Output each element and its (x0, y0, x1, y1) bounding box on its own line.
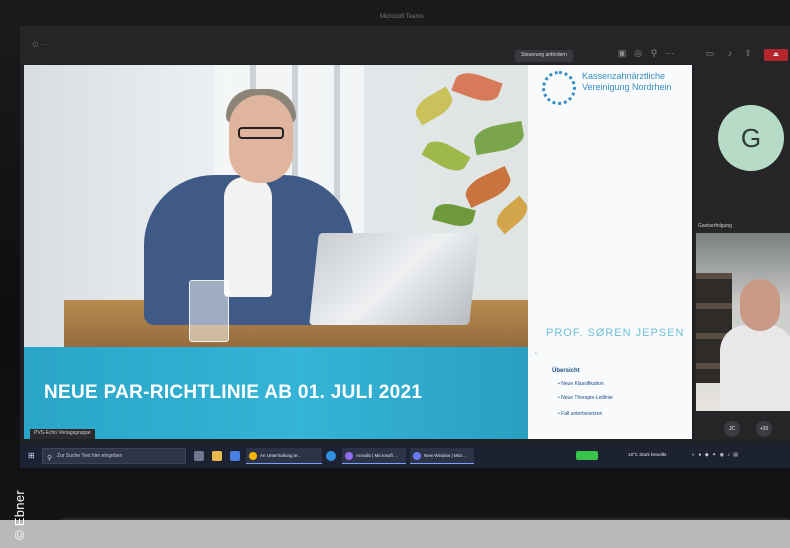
participant-avatar[interactable]: G (718, 105, 784, 171)
taskbar-app-label: New Window | Micr... (424, 453, 466, 458)
overview-item: Neue Klassifikation (558, 381, 604, 387)
overview-heading: Übersicht (552, 368, 580, 374)
system-tray-icons[interactable]: ◐ ● ◆ ✦ ◉ ♪ ▤ (692, 452, 739, 458)
people-icon[interactable]: ⚲ (648, 48, 660, 60)
speaker-video (24, 65, 528, 347)
search-icon: ⚲ (47, 455, 53, 462)
participant-body (720, 325, 790, 411)
share-icon[interactable]: ▣ (616, 48, 628, 60)
banner-title: NEUE PAR-RICHTLINIE AB 01. JULI 2021 (44, 382, 423, 403)
overview-item: Neue Therapie-Leitlinie (558, 395, 613, 401)
store-icon[interactable] (230, 451, 240, 461)
meeting-toolbar: ⊙ ··· Steuerung anfordern ▣ ◎ ⚲ ⋯ ▭ ♪ ⇧ … (20, 26, 790, 64)
laptop (309, 233, 479, 325)
chat-icon[interactable]: ◎ (632, 48, 644, 60)
speaker-face (229, 95, 293, 183)
window-title: Microsoft Teams (380, 14, 424, 20)
slide-panel: Kassenzahnärztliche Vereinigung Nordrhei… (528, 65, 692, 439)
presenter-name: PROF. SØREN JEPSEN (546, 327, 685, 339)
speaker-glasses (238, 127, 284, 139)
participant-control[interactable]: +20 (756, 421, 772, 437)
copyright-watermark: © Ebner (12, 490, 27, 540)
taskbar-app[interactable]: New Window | Micr... (410, 448, 474, 464)
taskbar-app[interactable]: Annullo | Microsoft ... (342, 448, 406, 464)
take-control-button[interactable]: Steuerung anfordern (515, 50, 573, 62)
screen-share-icon[interactable]: ⇧ (742, 48, 754, 60)
small-logo-icon: ◔ (534, 351, 538, 357)
edge-icon[interactable] (326, 451, 336, 461)
task-view-icon[interactable] (194, 451, 204, 461)
meeting-timer-icon: ⊙ ··· (32, 40, 49, 49)
title-bar: Microsoft Teams (20, 12, 790, 26)
taskbar-app-label: Annullo | Microsoft ... (356, 453, 398, 458)
photo: Microsoft Teams ⊙ ··· Steuerung anforder… (0, 0, 790, 548)
leave-button[interactable]: ⏏ (764, 49, 788, 61)
explorer-icon[interactable] (212, 451, 222, 461)
participant-control[interactable]: JC (724, 421, 740, 437)
search-placeholder: Zur Suche Text hier eingeben (57, 453, 123, 459)
participant-panel: G Gastverfolgung JC +20 (694, 65, 790, 439)
more-icon[interactable]: ⋯ (664, 48, 676, 60)
title-banner: NEUE PAR-RICHTLINIE AB 01. JULI 2021 (24, 347, 528, 439)
windows-start-icon[interactable]: ⊞ (28, 452, 36, 460)
taskbar-app-label: An Unterhaltung te... (260, 453, 302, 458)
shared-screen: Kassenzahnärztliche Vereinigung Nordrhei… (24, 65, 692, 439)
kzv-logo-icon (542, 71, 576, 105)
participant-face (740, 279, 780, 331)
desk-surface (0, 520, 790, 548)
mic-icon[interactable]: ♪ (724, 48, 736, 60)
taskbar: ⊞ ⚲ Zur Suche Text hier eingeben An Unte… (20, 444, 790, 468)
overview-item: Fall unterbesetzen (558, 411, 602, 417)
monitor-screen: Microsoft Teams ⊙ ··· Steuerung anforder… (20, 12, 790, 468)
weather-widget[interactable]: 18°C Stark bewölkt (628, 452, 666, 457)
logo-text: Kassenzahnärztliche Vereinigung Nordrhei… (582, 71, 672, 92)
presenter-tag: PVS-Echo Verlagsgruppe (30, 429, 95, 439)
speaker-shirt (224, 177, 272, 297)
battery-indicator[interactable] (576, 451, 598, 460)
participant-label: Gastverfolgung (698, 223, 732, 229)
taskbar-search[interactable]: ⚲ Zur Suche Text hier eingeben (42, 448, 186, 464)
camera-icon[interactable]: ▭ (704, 48, 716, 60)
participant-camera (696, 233, 790, 411)
water-glass (189, 280, 229, 342)
taskbar-app[interactable]: An Unterhaltung te... (246, 448, 322, 464)
